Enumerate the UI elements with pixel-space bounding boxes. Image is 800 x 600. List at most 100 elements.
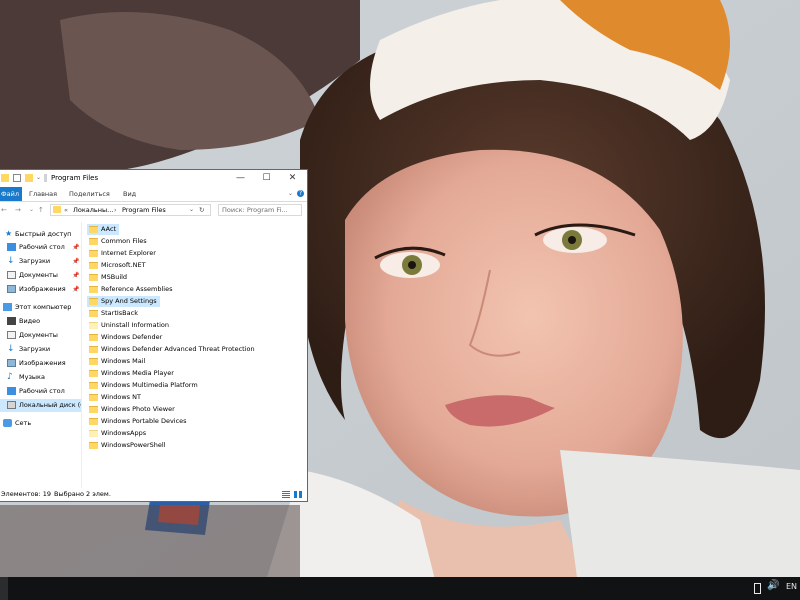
maximize-button[interactable]: ☐ — [255, 170, 278, 187]
file-list-item[interactable]: StartIsBack — [87, 308, 141, 319]
file-name: Internet Explorer — [101, 249, 156, 257]
file-name: WindowsApps — [101, 429, 147, 437]
file-list-item[interactable]: MSBuild — [87, 272, 130, 283]
folder-icon — [89, 262, 98, 269]
file-list-item[interactable]: Internet Explorer — [87, 248, 159, 259]
folder-icon — [89, 334, 98, 341]
tab-file[interactable]: Файл — [0, 187, 22, 201]
file-list-item[interactable]: Windows Mail — [87, 356, 148, 367]
folder-icon — [53, 206, 61, 213]
nav-item-desktop[interactable]: Рабочий стол — [0, 385, 81, 398]
file-name: Windows Defender Advanced Threat Protect… — [101, 345, 255, 353]
file-name: Windows Media Player — [101, 369, 174, 377]
drive-icon — [7, 401, 16, 409]
file-explorer-window: ⌄ Program Files — ☐ ✕ Файл Главная Подел… — [0, 169, 308, 502]
nav-item-pictures[interactable]: Изображения — [0, 357, 81, 370]
pin-icon: 📌 — [72, 244, 80, 251]
close-button[interactable]: ✕ — [281, 170, 304, 187]
folder-icon — [89, 406, 98, 413]
search-input[interactable]: Поиск: Program Fi... — [218, 204, 302, 216]
nav-item-local-disk[interactable]: Локальный диск (C — [0, 399, 81, 412]
file-list-item[interactable]: Windows Portable Devices — [87, 416, 190, 427]
file-list-item[interactable]: Windows Defender — [87, 332, 165, 343]
folder-icon — [89, 370, 98, 377]
expand-ribbon-icon[interactable]: ⌄ — [288, 190, 293, 197]
file-list-item[interactable]: Microsoft.NET — [87, 260, 149, 271]
documents-icon — [7, 271, 16, 279]
address-overflow-icon[interactable]: « — [64, 205, 68, 215]
file-list-item[interactable]: Common Files — [87, 236, 150, 247]
desktop-icon — [7, 387, 16, 395]
recent-locations-button[interactable]: ⌄ — [29, 205, 34, 215]
file-list-item[interactable]: Reference Assemblies — [87, 284, 175, 295]
forward-button[interactable]: → — [15, 205, 21, 215]
taskbar: 🔊 EN — [0, 577, 800, 600]
nav-item-videos[interactable]: Видео — [0, 315, 81, 328]
file-list-item[interactable]: AAct — [87, 224, 119, 235]
pictures-icon — [7, 359, 16, 367]
language-indicator[interactable]: EN — [786, 582, 797, 591]
folder-icon — [1, 174, 9, 182]
pin-icon: 📌 — [72, 286, 80, 293]
file-list: AAct Common Files Internet Explorer Microso… — [87, 223, 305, 487]
nav-item-pictures[interactable]: Изображения 📌 — [0, 283, 81, 296]
file-list-item[interactable]: Windows NT — [87, 392, 144, 403]
up-button[interactable]: ↑ — [38, 205, 44, 215]
folder-icon — [89, 286, 98, 293]
new-folder-icon[interactable] — [25, 174, 33, 182]
file-list-item[interactable]: WindowsApps — [87, 428, 149, 439]
address-dropdown-icon[interactable]: ⌄ — [189, 205, 194, 215]
downloads-icon: ↓ — [7, 256, 15, 266]
address-bar[interactable]: « Локальны... › Program Files ⌄ ↻ — [50, 204, 211, 216]
folder-icon — [89, 238, 98, 245]
breadcrumb-segment[interactable]: Локальны... — [73, 205, 113, 215]
file-list-item[interactable]: WindowsPowerShell — [87, 440, 169, 451]
nav-item-label: Изображения — [19, 359, 66, 367]
tab-home[interactable]: Главная — [29, 187, 57, 201]
folder-icon — [89, 274, 98, 281]
file-list-item[interactable]: Uninstall Information — [87, 320, 172, 331]
customize-toolbar-chevron-icon[interactable]: ⌄ — [36, 174, 42, 182]
help-icon[interactable]: ? — [297, 190, 304, 197]
file-list-item[interactable]: Windows Photo Viewer — [87, 404, 178, 415]
nav-item-documents[interactable]: Документы 📌 — [0, 269, 81, 282]
nav-item-label: Локальный диск (C — [19, 401, 82, 409]
nav-network[interactable]: Сеть — [0, 417, 81, 430]
window-title: Program Files — [51, 174, 99, 182]
folder-icon — [89, 382, 98, 389]
start-button[interactable] — [0, 577, 8, 600]
refresh-icon[interactable]: ↻ — [199, 205, 204, 215]
pin-icon: 📌 — [72, 272, 80, 279]
file-name: Reference Assemblies — [101, 285, 173, 293]
nav-item-documents[interactable]: Документы — [0, 329, 81, 342]
breadcrumb-segment[interactable]: Program Files — [122, 205, 166, 215]
folder-icon — [89, 322, 98, 329]
nav-item-label: Быстрый доступ — [15, 230, 72, 238]
nav-item-downloads[interactable]: ↓ Загрузки — [0, 343, 81, 356]
file-list-item[interactable]: Windows Defender Advanced Threat Protect… — [87, 344, 258, 355]
details-view-icon[interactable] — [282, 491, 290, 498]
tab-view[interactable]: Вид — [123, 187, 136, 201]
back-button[interactable]: ← — [1, 205, 7, 215]
large-icons-view-icon[interactable] — [294, 491, 302, 498]
file-list-item[interactable]: Windows Multimedia Platform — [87, 380, 201, 391]
title-bar[interactable]: ⌄ Program Files — ☐ ✕ — [0, 170, 307, 187]
nav-quick-access[interactable]: ★ Быстрый доступ — [0, 228, 81, 241]
tab-share[interactable]: Поделиться — [69, 187, 110, 201]
selected-count: Выбрано 2 элем. — [54, 490, 111, 498]
nav-item-desktop[interactable]: Рабочий стол 📌 — [0, 241, 81, 254]
volume-icon[interactable]: 🔊 — [767, 580, 779, 591]
properties-icon[interactable] — [13, 174, 21, 182]
nav-item-downloads[interactable]: ↓ Загрузки 📌 — [0, 255, 81, 268]
folder-icon — [89, 430, 98, 437]
file-list-item[interactable]: Spy And Settings — [87, 296, 160, 307]
navigation-bar: ← → ⌄ ↑ « Локальны... › Program Files ⌄ … — [0, 202, 307, 219]
usb-icon[interactable] — [754, 583, 761, 594]
breadcrumb-separator-icon: › — [114, 206, 117, 214]
nav-item-music[interactable]: ♪ Музыка — [0, 371, 81, 384]
minimize-button[interactable]: — — [229, 170, 252, 187]
nav-item-label: Изображения — [19, 285, 66, 293]
nav-this-pc[interactable]: Этот компьютер — [0, 301, 81, 314]
file-list-item[interactable]: Windows Media Player — [87, 368, 177, 379]
navigation-pane: ★ Быстрый доступ Рабочий стол 📌 ↓ Загруз… — [0, 222, 82, 488]
